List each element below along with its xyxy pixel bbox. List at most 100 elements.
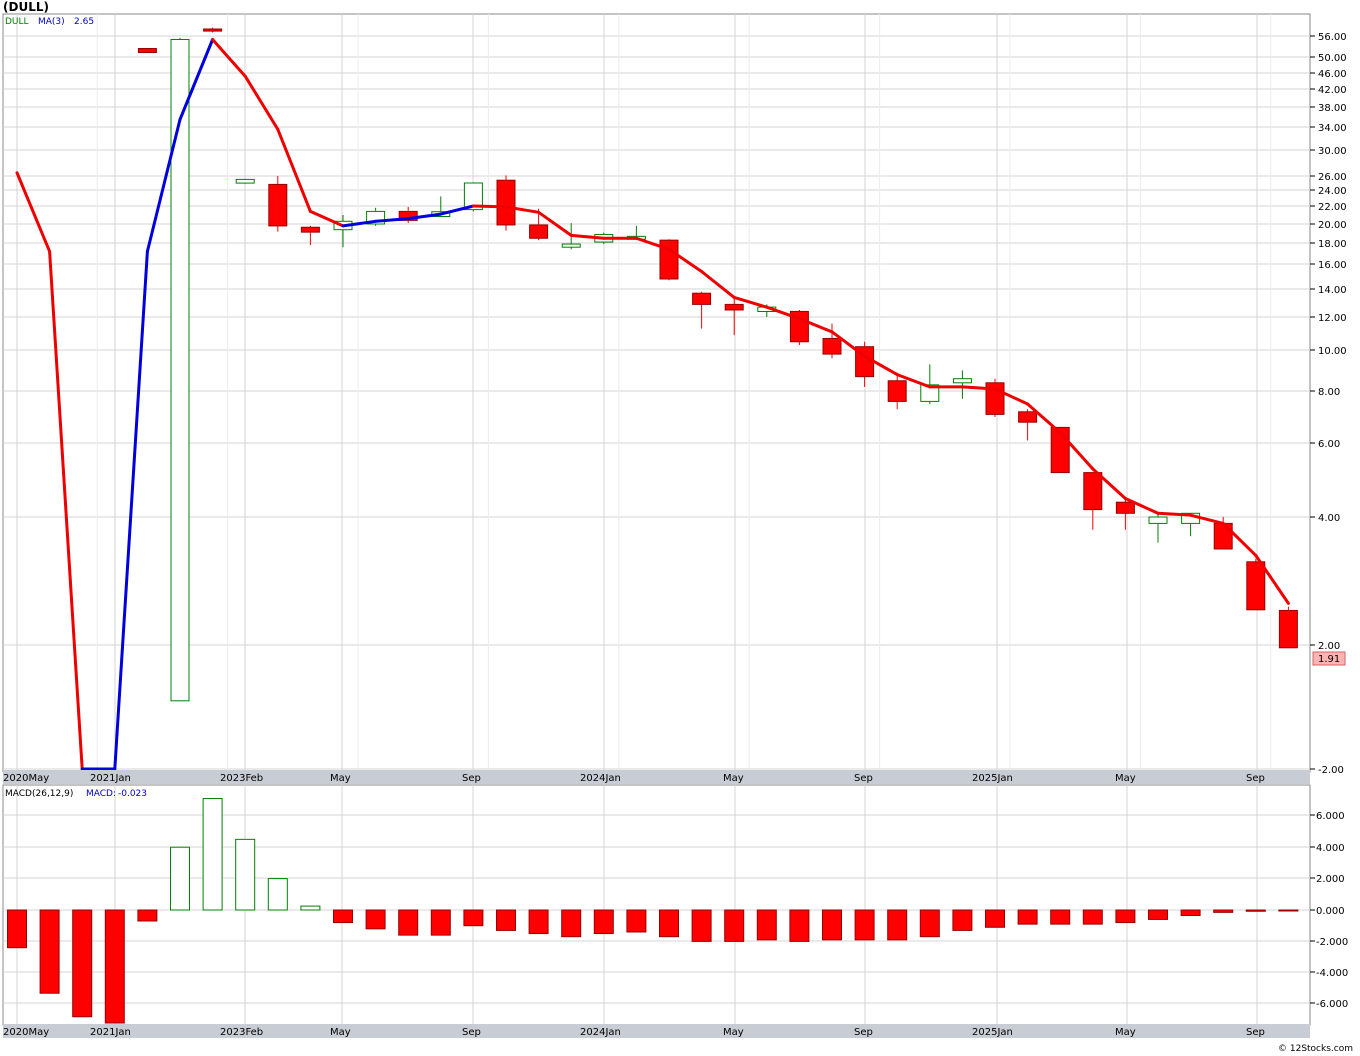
macd-legend-value: -0.023 xyxy=(118,789,147,799)
candle-down xyxy=(822,337,842,355)
price-y-tick-label: 8.00 xyxy=(1318,387,1340,398)
candle-down xyxy=(529,224,549,239)
macd-bar-negative xyxy=(756,909,777,941)
macd-bar-negative xyxy=(463,909,484,927)
price-y-tick-label: 24.00 xyxy=(1318,186,1347,197)
price-y-tick-label: 34.00 xyxy=(1318,123,1347,134)
macd-bar-negative xyxy=(1017,909,1038,925)
price-y-tick-label: 38.00 xyxy=(1318,103,1347,114)
macd-x-tick-label: Sep xyxy=(1246,1027,1265,1038)
price-x-tick-label: May xyxy=(330,773,351,784)
footer-copyright: © 12Stocks.com xyxy=(1278,1044,1353,1054)
macd-bar-positive xyxy=(170,846,190,911)
page-title: (DULL) xyxy=(3,0,49,14)
macd-bar-negative xyxy=(430,909,451,936)
candle-down xyxy=(692,292,712,305)
price-x-tick-label: May xyxy=(1115,773,1136,784)
macd-plot-frame xyxy=(2,784,1311,1026)
macd-bar-negative xyxy=(1180,909,1201,916)
macd-bar-negative xyxy=(365,909,386,930)
price-y-tick-label: 50.00 xyxy=(1318,53,1347,64)
price-x-tick-label: Sep xyxy=(854,773,873,784)
macd-bar-negative xyxy=(104,909,125,1024)
price-y-tick-label: 26.00 xyxy=(1318,172,1347,183)
candle-down xyxy=(300,226,320,233)
ma-legend-value: 2.65 xyxy=(74,17,94,27)
macd-bar-negative xyxy=(593,909,614,935)
price-y-tick-label: 10.00 xyxy=(1318,346,1347,357)
macd-y-tick-label: 2.000 xyxy=(1316,874,1345,885)
macd-x-tick-label: 2021Jan xyxy=(90,1027,131,1038)
candle-down xyxy=(887,380,907,402)
price-y-tick-label: 30.00 xyxy=(1318,146,1347,157)
macd-y-tick-label: -4.000 xyxy=(1316,968,1348,979)
price-x-tick-label: 2020May xyxy=(3,773,49,784)
macd-x-tick-label: May xyxy=(1115,1027,1136,1038)
macd-bar-negative xyxy=(1278,909,1299,912)
macd-bar-positive xyxy=(202,798,223,911)
macd-bar-negative xyxy=(919,909,940,938)
macd-bar-negative xyxy=(1213,909,1234,913)
macd-bar-negative xyxy=(1050,909,1071,925)
ma-segment xyxy=(1156,511,1193,517)
price-y-tick-label: 6.00 xyxy=(1318,439,1340,450)
price-y-tick-label: 12.00 xyxy=(1318,313,1347,324)
candle-down xyxy=(203,28,223,32)
price-y-tick-label: 22.00 xyxy=(1318,202,1347,213)
ma-segment xyxy=(471,204,508,209)
macd-panel: 6.000 4.000 2.000 0.000 -2.000 -4.000 -6.000 M… xyxy=(2,784,1348,1038)
macd-bar-negative xyxy=(985,909,1005,928)
macd-bar-negative xyxy=(1245,909,1266,912)
macd-x-tick-label: 2025Jan xyxy=(972,1027,1013,1038)
macd-bar-negative xyxy=(1082,909,1103,925)
macd-x-axis-band xyxy=(3,1024,1310,1038)
price-x-tick-label: 2024Jan xyxy=(580,773,621,784)
price-y-tick-label: -2.00 xyxy=(1318,765,1344,776)
price-y-tick-label: 4.00 xyxy=(1318,513,1340,524)
macd-x-tick-label: May xyxy=(723,1027,744,1038)
candle-down xyxy=(496,179,516,226)
macd-x-tick-label: Sep xyxy=(462,1027,481,1038)
candle-down xyxy=(724,303,744,311)
ticker-legend: DULL xyxy=(5,17,29,27)
price-y-tick-label: 56.00 xyxy=(1318,32,1347,43)
candle-up xyxy=(952,378,972,384)
macd-bar-negative xyxy=(691,909,712,942)
price-y-tick-label: 14.00 xyxy=(1318,285,1347,296)
macd-x-tick-label: 2020May xyxy=(3,1027,49,1038)
price-y-tick-label: 46.00 xyxy=(1318,69,1347,80)
candle-down xyxy=(1278,609,1298,649)
macd-bar-negative xyxy=(626,909,647,933)
price-y-tick-label: 20.00 xyxy=(1318,220,1347,231)
macd-bar-negative xyxy=(333,909,353,924)
macd-legend-label: MACD(26,12,9) xyxy=(5,789,73,799)
macd-x-tick-label: May xyxy=(330,1027,351,1038)
macd-y-tick-label: 0.000 xyxy=(1316,906,1345,917)
macd-bar-positive xyxy=(235,838,256,911)
price-y-tick-label: 16.00 xyxy=(1318,260,1347,271)
macd-x-tick-label: 2023Feb xyxy=(220,1027,263,1038)
ma-segment xyxy=(960,385,997,391)
price-x-axis-band xyxy=(3,770,1310,784)
candle-up xyxy=(235,178,255,184)
macd-bar-negative xyxy=(822,909,842,941)
price-plot-frame xyxy=(2,13,1311,773)
macd-bar-negative xyxy=(789,909,810,942)
candle-down xyxy=(137,48,157,54)
price-x-tick-label: Sep xyxy=(1246,773,1265,784)
last-price-label: 1.91 xyxy=(1318,654,1340,665)
price-y-tick-label: 18.00 xyxy=(1318,239,1347,250)
macd-y-tick-label: -6.000 xyxy=(1316,999,1348,1010)
macd-legend-value-label: MACD: xyxy=(86,789,116,799)
macd-bar-negative xyxy=(39,909,60,994)
price-legend: DULL MA(3) 2.65 xyxy=(5,17,94,27)
candle-up xyxy=(1148,516,1168,524)
stock-chart: (DULL) 56.00 50.00 46.00 42.00 38.00 34.00 30.… xyxy=(0,0,1360,1056)
macd-bar-positive xyxy=(300,905,321,911)
ma-legend-label: MA(3) xyxy=(38,17,65,27)
candle-down xyxy=(1246,561,1266,611)
price-x-tick-label: 2025Jan xyxy=(972,773,1013,784)
macd-bar-positive xyxy=(267,878,288,911)
macd-bar-negative xyxy=(398,909,419,936)
macd-bar-negative xyxy=(7,909,27,949)
